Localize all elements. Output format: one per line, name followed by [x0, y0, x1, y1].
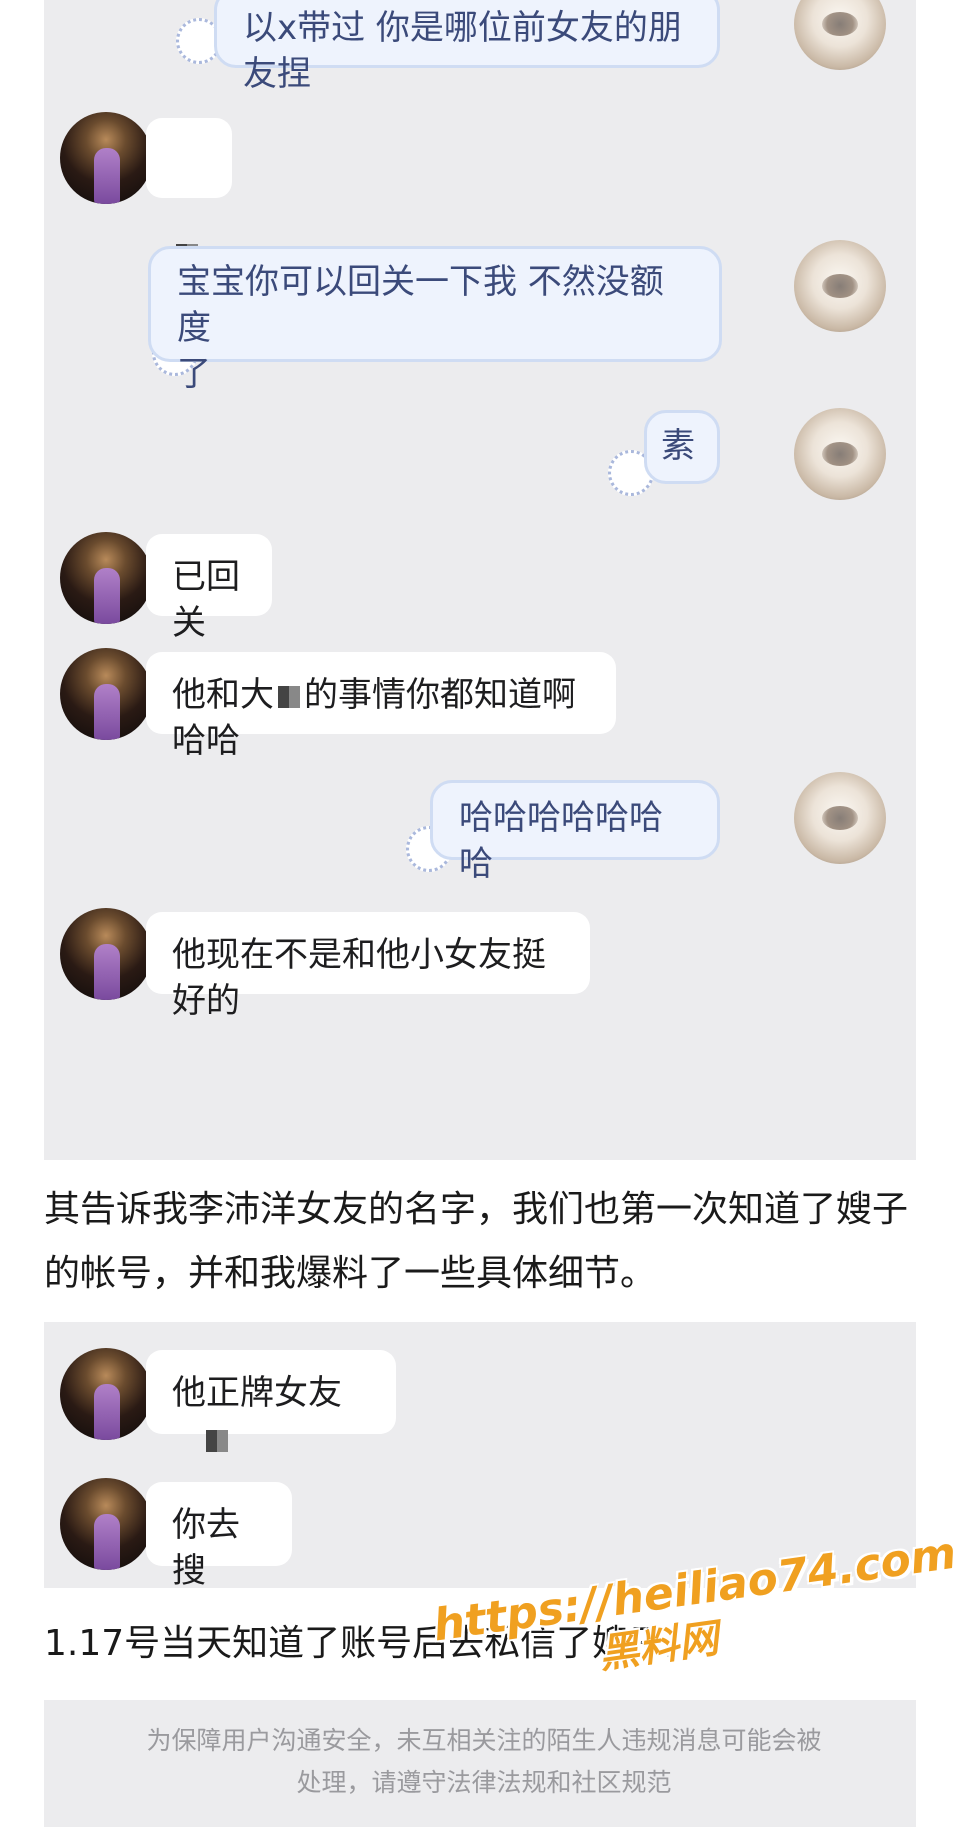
message-bubble-outgoing[interactable]: 哈哈哈哈哈哈哈 [430, 780, 720, 884]
message-bubble-incoming-redacted[interactable] [146, 118, 232, 266]
avatar-self[interactable] [794, 240, 886, 332]
avatar-contact[interactable] [60, 112, 152, 204]
message-bubble-incoming[interactable]: 他现在不是和他小女友挺好的 [146, 912, 590, 1021]
message-text-part: 他和大 [172, 675, 274, 715]
chat-screenshot-panel: 他正牌女友 你去搜 [44, 1322, 916, 1591]
message-bubble-incoming[interactable]: 他和大 的事情你都知道啊哈哈 [146, 652, 616, 761]
message-bubble-incoming[interactable]: 已回关 [146, 534, 272, 643]
message-bubble-incoming[interactable]: 他正牌女友 [146, 1350, 396, 1452]
message-bubble-outgoing[interactable]: 宝宝你可以回关一下我 不然没额度 了 [148, 246, 722, 394]
avatar-self[interactable] [794, 0, 886, 70]
chat-screenshot-panel: 以x带过 你是哪位前女友的朋友捏 宝宝你可以回关一下我 不然没额度 了 素 已回… [44, 0, 916, 1160]
message-bubble-outgoing[interactable]: 以x带过 你是哪位前女友的朋友捏 [214, 0, 720, 94]
avatar-contact[interactable] [60, 908, 152, 1000]
avatar-self[interactable] [794, 408, 886, 500]
safety-notice-text: 为保障用户沟通安全，未互相关注的陌生人违规消息可能会被处理，请遵守法律法规和社区… [146, 1726, 822, 1797]
message-bubble-outgoing[interactable]: 素 [644, 410, 720, 484]
message-bubble-incoming[interactable]: 你去搜 [146, 1482, 292, 1591]
avatar-self[interactable] [794, 772, 886, 864]
article-paragraph: 其告诉我李沛洋女友的名字，我们也第一次知道了嫂子的帐号，并和我爆料了一些具体细节… [44, 1189, 909, 1294]
avatar-contact[interactable] [60, 1348, 152, 1440]
page: 以x带过 你是哪位前女友的朋友捏 宝宝你可以回关一下我 不然没额度 了 素 已回… [0, 0, 960, 1827]
avatar-contact[interactable] [60, 532, 152, 624]
mosaic-redaction-icon [206, 1429, 228, 1452]
avatar-contact[interactable] [60, 648, 152, 740]
safety-notice-panel: 为保障用户沟通安全，未互相关注的陌生人违规消息可能会被处理，请遵守法律法规和社区… [44, 1700, 916, 1827]
avatar-contact[interactable] [60, 1478, 152, 1570]
mosaic-redaction-icon [278, 685, 300, 708]
message-text: 他正牌女友 [172, 1373, 342, 1413]
